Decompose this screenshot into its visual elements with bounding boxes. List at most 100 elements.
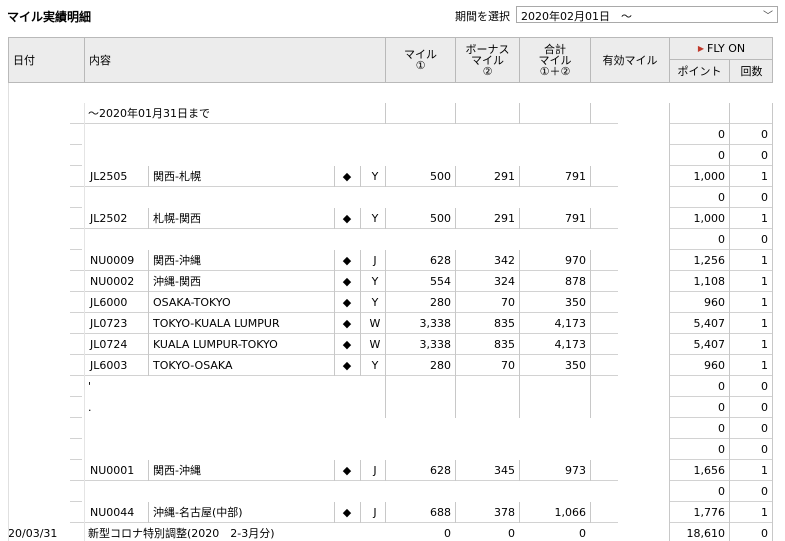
col-divider — [729, 250, 730, 271]
cell-mark: ◆ — [342, 317, 352, 330]
col-divider — [385, 460, 386, 481]
col-divider — [590, 166, 591, 187]
col-divider — [334, 502, 335, 523]
cell-route: 関西-沖縄 — [153, 464, 201, 477]
cell-cnt: 1 — [761, 317, 768, 330]
col-divider — [519, 250, 520, 271]
col-divider — [729, 313, 730, 334]
col-divider — [455, 166, 456, 187]
col-divider — [772, 208, 773, 229]
cell-flight: NU0009 — [90, 254, 135, 267]
col-divider — [729, 229, 730, 250]
cell-cnt: 1 — [761, 170, 768, 183]
cell-pts: 5,407 — [693, 317, 726, 330]
col-divider — [772, 250, 773, 271]
cell-pts: 0 — [718, 149, 725, 162]
col-divider — [772, 313, 773, 334]
table-left-border — [8, 83, 9, 541]
col-divider — [669, 481, 670, 502]
chevron-down-icon: ﹀ — [763, 11, 773, 22]
col-divider — [519, 271, 520, 292]
cell-total: 0 — [579, 527, 586, 540]
col-divider — [772, 376, 773, 397]
col-divider — [148, 460, 149, 481]
col-divider — [360, 355, 361, 376]
cell-pts: 1,776 — [693, 506, 726, 519]
cell-content: ～2020年01月31日まで — [88, 107, 210, 120]
col-divider — [148, 292, 149, 313]
period-select[interactable]: 2020年02月01日 ～ ﹀ — [516, 6, 778, 23]
col-divider — [772, 397, 773, 418]
cell-cls: J — [373, 254, 377, 267]
col-divider — [669, 124, 670, 145]
table-row: ～2020年01月31日まで — [8, 103, 773, 124]
col-divider — [519, 313, 520, 334]
page-title: マイル実績明細 — [7, 10, 92, 24]
cell-cnt: 0 — [761, 191, 768, 204]
cell-miles: 628 — [430, 254, 451, 267]
col-divider — [729, 502, 730, 523]
cell-flight: NU0002 — [90, 275, 135, 288]
col-divider — [455, 502, 456, 523]
col-divider — [455, 334, 456, 355]
cell-pts: 0 — [718, 380, 725, 393]
col-divider — [334, 334, 335, 355]
cell-cnt: 1 — [761, 212, 768, 225]
col-divider — [455, 271, 456, 292]
cell-cnt: 1 — [761, 359, 768, 372]
cell-pts: 0 — [718, 422, 725, 435]
cell-bonus: 835 — [494, 338, 515, 351]
col-divider — [148, 355, 149, 376]
col-divider — [385, 271, 386, 292]
col-divider — [729, 124, 730, 145]
cell-date: 20/03/31 — [8, 527, 58, 540]
col-divider — [590, 208, 591, 229]
cell-cls: Y — [371, 170, 379, 183]
table-row: JL6003 TOKYO-OSAKA ◆ Y 280 70 350 960 1 — [8, 355, 773, 376]
table-row: 00 — [8, 229, 773, 250]
cell-pts: 0 — [718, 443, 725, 456]
col-divider — [772, 418, 773, 439]
cell-total: 970 — [565, 254, 586, 267]
col-divider — [385, 397, 386, 418]
col-divider — [148, 502, 149, 523]
cell-total: 878 — [565, 275, 586, 288]
col-divider — [519, 502, 520, 523]
col-divider — [729, 355, 730, 376]
col-divider — [590, 313, 591, 334]
cell-cnt: 1 — [761, 296, 768, 309]
header-miles: マイル ① — [386, 38, 456, 82]
col-divider — [669, 460, 670, 481]
cell-bonus: 345 — [494, 464, 515, 477]
col-divider — [669, 145, 670, 166]
col-divider — [360, 250, 361, 271]
cell-total: 4,173 — [554, 338, 587, 351]
cell-pts: 0 — [718, 485, 725, 498]
col-divider — [772, 439, 773, 460]
cell-route: KUALA LUMPUR-TOKYO — [153, 338, 278, 351]
col-divider — [360, 334, 361, 355]
col-divider — [590, 355, 591, 376]
table-row: 00 — [8, 145, 773, 166]
col-divider — [148, 208, 149, 229]
cell-cnt: 0 — [761, 485, 768, 498]
col-divider — [385, 208, 386, 229]
col-divider — [772, 481, 773, 502]
cell-miles: 0 — [444, 527, 451, 540]
cell-pts: 1,000 — [693, 212, 726, 225]
col-divider — [729, 271, 730, 292]
col-divider — [729, 481, 730, 502]
cell-pts: 960 — [704, 359, 725, 372]
col-divider — [669, 250, 670, 271]
col-divider — [455, 313, 456, 334]
col-divider — [772, 460, 773, 481]
col-divider — [729, 460, 730, 481]
col-divider — [729, 103, 730, 124]
col-divider — [772, 124, 773, 145]
table-row: NU0009 関西-沖縄 ◆ J 628 342 970 1,256 1 — [8, 250, 773, 271]
col-divider — [455, 460, 456, 481]
cell-cls: W — [369, 338, 381, 351]
col-divider — [669, 166, 670, 187]
col-divider — [455, 292, 456, 313]
cell-total: 791 — [565, 212, 586, 225]
